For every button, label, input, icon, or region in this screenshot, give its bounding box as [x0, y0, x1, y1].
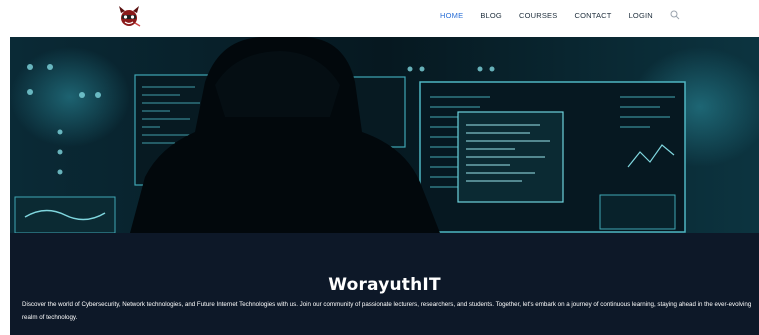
devil-mascot-icon[interactable] — [116, 4, 142, 28]
nav-courses-link[interactable]: COURSES — [519, 11, 558, 20]
nav-blog-link[interactable]: BLOG — [480, 11, 502, 20]
nav-login-link[interactable]: LOGIN — [629, 11, 653, 20]
search-icon[interactable] — [670, 10, 680, 20]
site-header: HOME BLOG COURSES CONTACT LOGIN — [0, 0, 759, 36]
main-nav: HOME BLOG COURSES CONTACT LOGIN — [440, 10, 680, 20]
intro-section: WorayuthIT Discover the world of Cyberse… — [10, 233, 759, 335]
site-description: Discover the world of Cybersecurity, Net… — [22, 301, 752, 321]
nav-contact-link[interactable]: CONTACT — [574, 11, 611, 20]
site-title: WorayuthIT — [328, 275, 441, 296]
nav-home-link[interactable]: HOME — [440, 11, 463, 20]
hero-image — [10, 37, 759, 233]
